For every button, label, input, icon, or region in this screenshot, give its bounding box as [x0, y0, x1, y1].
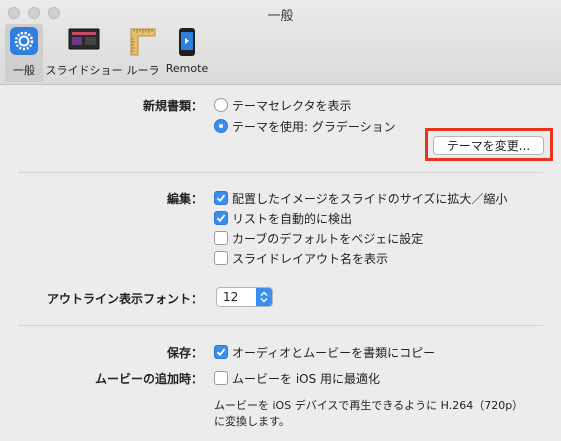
divider	[18, 325, 543, 326]
layout-names-option[interactable]: スライドレイアウト名を表示	[214, 249, 388, 267]
option-label: 配置したイメージをスライドのサイズに拡大／縮小	[232, 191, 508, 206]
save-label: 保存：	[166, 346, 203, 360]
optimize-movies-option[interactable]: ムービーを iOS 用に最適化	[214, 369, 380, 387]
toolbar-tab-remote[interactable]: Remote	[165, 24, 209, 82]
updown-arrows-icon	[256, 288, 272, 306]
checkbox[interactable]	[214, 191, 228, 205]
use-theme-option[interactable]: テーマを使用: グラデーション	[214, 117, 396, 135]
select-value: 12	[223, 290, 239, 304]
checkbox[interactable]	[214, 371, 228, 385]
checkmark-icon	[216, 214, 226, 223]
bezier-curves-option[interactable]: カーブのデフォルトをベジェに設定	[214, 229, 423, 247]
option-label: リストを自動的に検出	[232, 211, 353, 226]
checkmark-icon	[216, 348, 226, 357]
checkbox[interactable]	[214, 231, 228, 245]
remote-icon	[178, 27, 196, 60]
option-label: カーブのデフォルトをベジェに設定	[232, 231, 424, 246]
option-label: オーディオとムービーを書類にコピー	[232, 345, 436, 360]
toolbar-tab-label: 一般	[13, 64, 35, 77]
checkbox[interactable]	[214, 251, 228, 265]
slideshow-icon	[68, 27, 100, 56]
checkbox[interactable]	[214, 345, 228, 359]
movie-note: ムービーを iOS デバイスで再生できるように H.264（720p）に変換しま…	[214, 399, 524, 428]
detect-lists-option[interactable]: リストを自動的に検出	[214, 209, 352, 227]
window-title: 一般	[267, 9, 294, 24]
option-label: テーマを使用: グラデーション	[232, 119, 396, 134]
radio-button[interactable]	[214, 119, 228, 133]
preferences-window: 一般 一般 スライドショー ルーラ Remote 新規書類： テーマセレクタを表…	[0, 0, 561, 441]
toolbar-tab-general[interactable]: 一般	[5, 24, 43, 82]
change-theme-button[interactable]: テーマを変更...	[433, 136, 544, 155]
copy-media-option[interactable]: オーディオとムービーを書類にコピー	[214, 343, 435, 361]
movie-label: ムービーの追加時：	[94, 372, 203, 386]
toolbar-tab-label: Remote	[165, 62, 209, 75]
option-label: スライドレイアウト名を表示	[232, 251, 389, 266]
outline-font-size-select[interactable]: 12	[216, 287, 273, 307]
outline-font-label: アウトライン表示フォント：	[46, 292, 203, 306]
gear-icon	[10, 27, 38, 58]
radio-button[interactable]	[214, 98, 228, 112]
toolbar-tab-label: スライドショー	[45, 64, 123, 77]
divider	[18, 172, 543, 173]
option-label: ムービーを iOS 用に最適化	[232, 371, 381, 386]
option-label: テーマセレクタを表示	[232, 98, 352, 113]
checkbox[interactable]	[214, 211, 228, 225]
checkmark-icon	[216, 194, 226, 203]
new-document-label: 新規書類：	[142, 99, 203, 113]
scale-images-option[interactable]: 配置したイメージをスライドのサイズに拡大／縮小	[214, 189, 507, 207]
toolbar-tab-ruler[interactable]: ルーラ	[125, 24, 161, 82]
editing-label: 編集：	[166, 192, 203, 206]
ruler-icon	[128, 27, 158, 60]
toolbar-tab-slideshow[interactable]: スライドショー	[45, 24, 123, 82]
toolbar-tab-label: ルーラ	[126, 64, 160, 77]
show-theme-chooser-option[interactable]: テーマセレクタを表示	[214, 96, 352, 114]
titlebar: 一般 一般 スライドショー ルーラ Remote	[0, 0, 561, 85]
